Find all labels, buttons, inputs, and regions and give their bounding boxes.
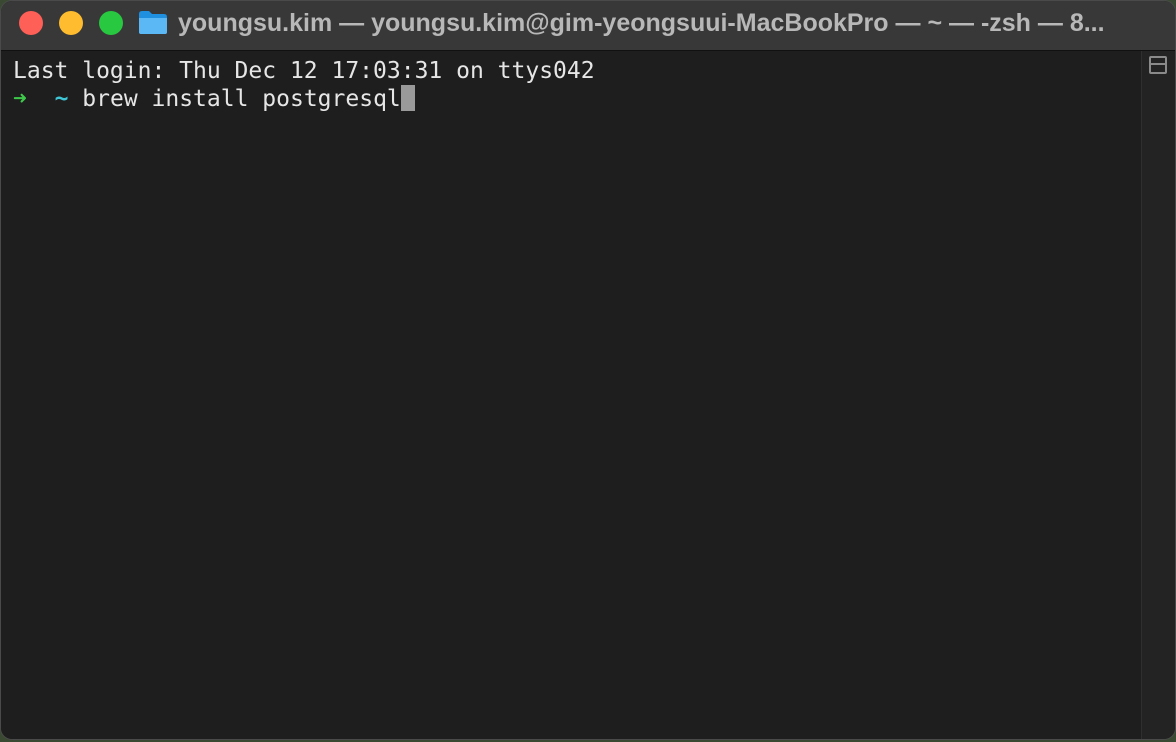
command-text: brew install postgresql [82, 86, 401, 112]
minimize-button[interactable] [59, 11, 83, 35]
prompt-arrow: ➜ [13, 86, 27, 112]
text-cursor [400, 85, 415, 111]
title-bar[interactable]: youngsu.kim — youngsu.kim@gim-yeongsuui-… [1, 1, 1175, 51]
scroll-gutter[interactable] [1141, 51, 1175, 739]
close-button[interactable] [19, 11, 43, 35]
window-title: youngsu.kim — youngsu.kim@gim-yeongsuui-… [178, 9, 1105, 37]
split-pane-icon[interactable] [1149, 56, 1167, 74]
zoom-button[interactable] [99, 11, 123, 35]
prompt-line: ➜ ~ brew install postgresql [13, 85, 1141, 113]
terminal-window: youngsu.kim — youngsu.kim@gim-yeongsuui-… [0, 0, 1176, 740]
last-login-line: Last login: Thu Dec 12 17:03:31 on ttys0… [13, 58, 595, 84]
prompt-directory: ~ [54, 86, 69, 112]
folder-icon [139, 11, 167, 34]
terminal-output[interactable]: Last login: Thu Dec 12 17:03:31 on ttys0… [1, 51, 1141, 739]
